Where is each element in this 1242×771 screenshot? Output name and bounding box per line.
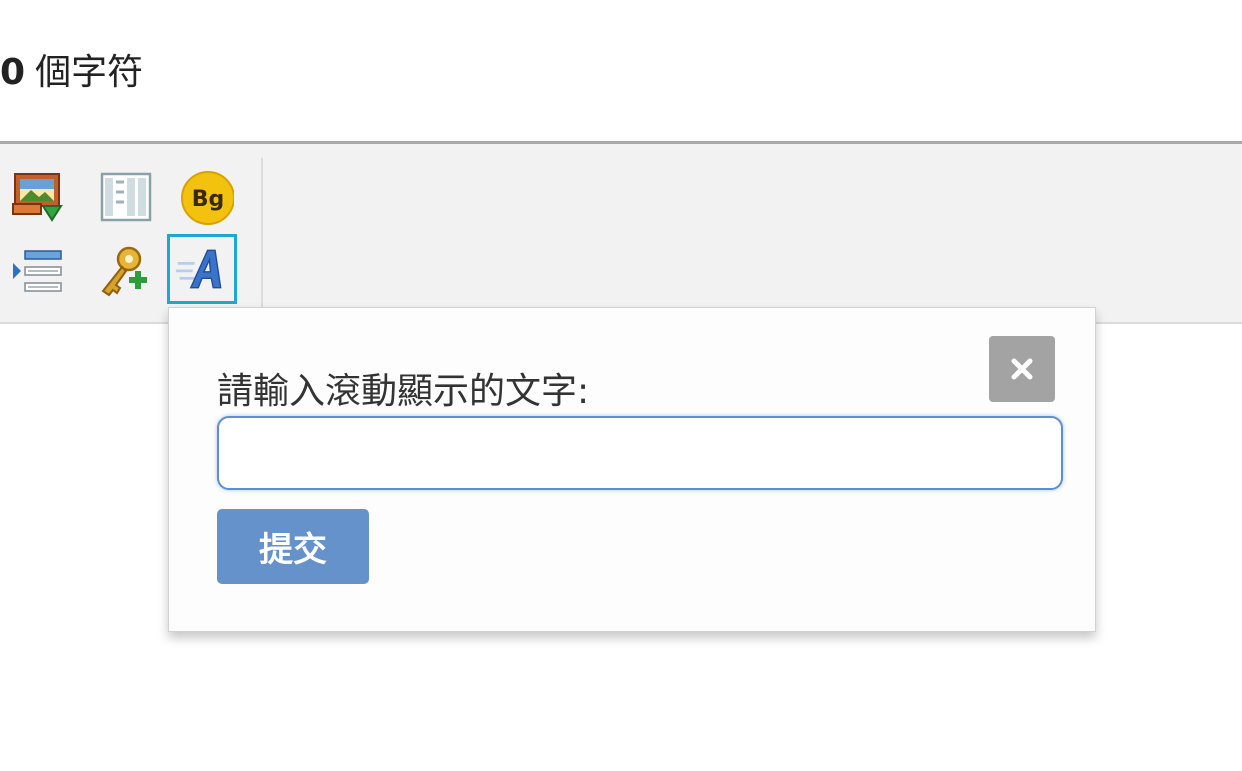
marquee-text-button[interactable]: [167, 234, 237, 304]
prompt-label: 請輸入滾動顯示的文字:: [217, 371, 590, 412]
insert-image-icon: [12, 173, 63, 222]
marquee-text-dialog: 請輸入滾動顯示的文字: 提交: [168, 307, 1096, 632]
char-count-number: 0: [0, 52, 26, 93]
editor-toolbar: Bg: [0, 141, 1242, 324]
indent-list-button[interactable]: [2, 236, 72, 306]
indent-list-icon: [13, 250, 62, 292]
bg-color-button[interactable]: Bg: [169, 163, 239, 233]
marquee-text-icon: [175, 249, 222, 289]
bg-badge-text: Bg: [192, 187, 225, 212]
marquee-text-input[interactable]: [217, 416, 1063, 490]
char-count-unit: 個字符: [35, 52, 144, 93]
table-columns-button[interactable]: [91, 163, 161, 233]
insert-image-button[interactable]: [2, 163, 72, 233]
close-icon: [1011, 358, 1033, 380]
key-add-button[interactable]: [88, 236, 158, 306]
bg-color-icon: Bg: [181, 171, 234, 225]
submit-button[interactable]: 提交: [217, 509, 369, 584]
table-columns-icon: [100, 172, 152, 222]
char-counter: 0 個字符: [0, 48, 143, 98]
toolbar-separator: [261, 158, 263, 308]
close-button[interactable]: [989, 336, 1055, 402]
key-add-icon: [101, 246, 147, 297]
